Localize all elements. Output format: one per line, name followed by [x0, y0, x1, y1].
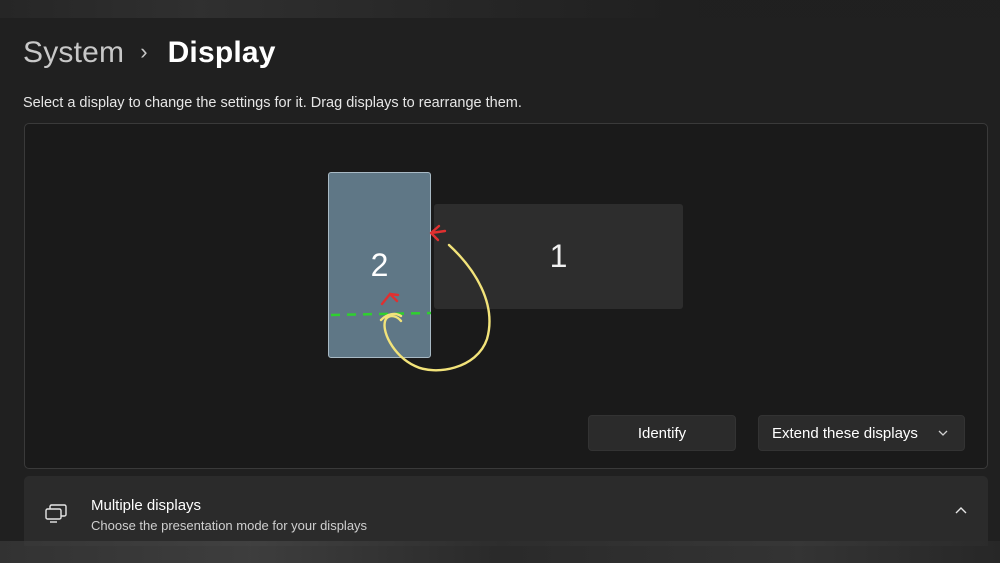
arrange-instructions: Select a display to change the settings …	[23, 95, 522, 111]
display-1-number: 1	[549, 238, 568, 274]
identify-button-label: Identify	[637, 424, 687, 442]
chevron-down-icon	[938, 430, 948, 436]
display-2-tile[interactable]: 2	[328, 172, 431, 358]
breadcrumb-separator: ›	[140, 39, 148, 64]
bottom-edge-shade	[0, 541, 1000, 563]
display-arrangement-panel: 2 1 Identify Extend these displays	[24, 123, 988, 469]
breadcrumb-system[interactable]: System	[23, 36, 124, 70]
multiple-displays-description: Choose the presentation mode for your di…	[91, 518, 368, 533]
identify-button[interactable]: Identify	[588, 415, 736, 451]
top-edge-shade	[0, 0, 1000, 18]
chevron-up-icon[interactable]	[954, 506, 968, 516]
page-title: Display	[167, 36, 276, 69]
display-mode-selected: Extend these displays	[772, 424, 918, 442]
display-1-tile[interactable]: 1	[434, 204, 683, 309]
multiple-displays-section[interactable]: Multiple displays Choose the presentatio…	[24, 476, 988, 546]
display-2-number: 2	[370, 246, 389, 283]
display-mode-dropdown[interactable]: Extend these displays	[758, 415, 965, 451]
multiple-displays-title: Multiple displays	[91, 497, 202, 514]
breadcrumb: System › Display	[23, 32, 276, 74]
display-settings-page: System › Display Select a display to cha…	[0, 0, 1000, 563]
multiple-displays-icon	[45, 504, 67, 523]
